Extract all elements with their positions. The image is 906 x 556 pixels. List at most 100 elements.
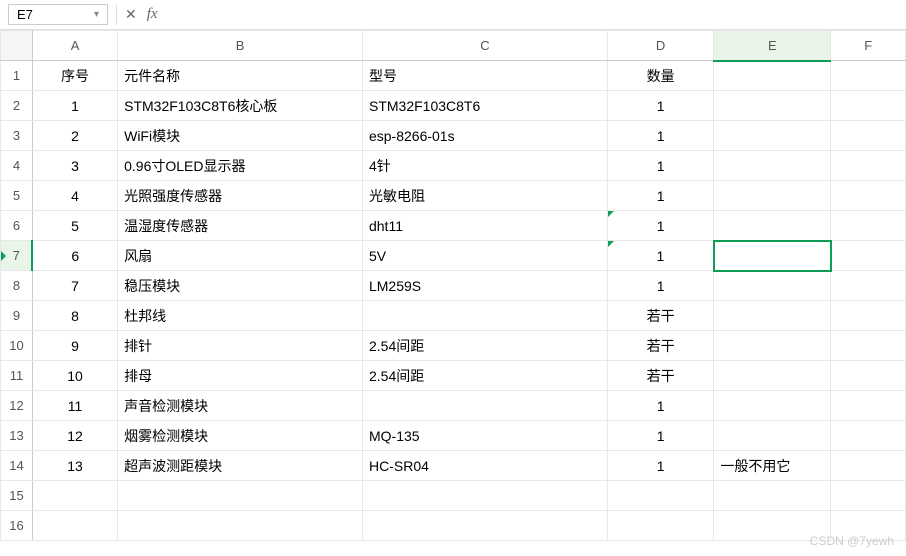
cell-A9[interactable]: 8 (32, 301, 117, 331)
cell-F14[interactable] (831, 451, 906, 481)
cell-B13[interactable]: 烟雾检测模块 (118, 421, 363, 451)
cell-B8[interactable]: 稳压模块 (118, 271, 363, 301)
cell-A12[interactable]: 11 (32, 391, 117, 421)
cell-E3[interactable] (714, 121, 831, 151)
cell-C3[interactable]: esp-8266-01s (362, 121, 607, 151)
row-header-6[interactable]: 6 (1, 211, 33, 241)
fx-icon[interactable]: fx (147, 6, 158, 23)
cell-A13[interactable]: 12 (32, 421, 117, 451)
row-header-2[interactable]: 2 (1, 91, 33, 121)
col-header-E[interactable]: E (714, 31, 831, 61)
cell-D11[interactable]: 若干 (607, 361, 713, 391)
cell-E10[interactable] (714, 331, 831, 361)
cell-A16[interactable] (32, 511, 117, 541)
cell-F11[interactable] (831, 361, 906, 391)
cell-E12[interactable] (714, 391, 831, 421)
cell-E5[interactable] (714, 181, 831, 211)
cell-F5[interactable] (831, 181, 906, 211)
cell-D5[interactable]: 1 (607, 181, 713, 211)
cell-D13[interactable]: 1 (607, 421, 713, 451)
row-header-3[interactable]: 3 (1, 121, 33, 151)
cell-E6[interactable] (714, 211, 831, 241)
cell-B9[interactable]: 杜邦线 (118, 301, 363, 331)
cell-A7[interactable]: 6 (32, 241, 117, 271)
cell-C7[interactable]: 5V (362, 241, 607, 271)
select-all-corner[interactable] (1, 31, 33, 61)
cell-C2[interactable]: STM32F103C8T6 (362, 91, 607, 121)
cell-B4[interactable]: 0.96寸OLED显示器 (118, 151, 363, 181)
cell-C5[interactable]: 光敏电阻 (362, 181, 607, 211)
cell-E4[interactable] (714, 151, 831, 181)
chevron-down-icon[interactable]: ▾ (94, 9, 99, 20)
cell-D6[interactable]: 1 (607, 211, 713, 241)
row-header-5[interactable]: 5 (1, 181, 33, 211)
cell-D3[interactable]: 1 (607, 121, 713, 151)
cell-C11[interactable]: 2.54间距 (362, 361, 607, 391)
cell-E8[interactable] (714, 271, 831, 301)
cell-F9[interactable] (831, 301, 906, 331)
cell-D10[interactable]: 若干 (607, 331, 713, 361)
row-header-9[interactable]: 9 (1, 301, 33, 331)
col-header-F[interactable]: F (831, 31, 906, 61)
cell-F3[interactable] (831, 121, 906, 151)
cell-A6[interactable]: 5 (32, 211, 117, 241)
cell-C13[interactable]: MQ-135 (362, 421, 607, 451)
cell-D8[interactable]: 1 (607, 271, 713, 301)
cell-F8[interactable] (831, 271, 906, 301)
cell-C12[interactable] (362, 391, 607, 421)
cell-E7[interactable] (714, 241, 831, 271)
cell-C9[interactable] (362, 301, 607, 331)
cell-A3[interactable]: 2 (32, 121, 117, 151)
col-header-B[interactable]: B (118, 31, 363, 61)
row-header-1[interactable]: 1 (1, 61, 33, 91)
cell-C10[interactable]: 2.54间距 (362, 331, 607, 361)
cell-B6[interactable]: 温湿度传感器 (118, 211, 363, 241)
cell-B15[interactable] (118, 481, 363, 511)
cell-B5[interactable]: 光照强度传感器 (118, 181, 363, 211)
row-header-10[interactable]: 10 (1, 331, 33, 361)
cell-E14[interactable]: 一般不用它 (714, 451, 831, 481)
cell-D16[interactable] (607, 511, 713, 541)
cell-B16[interactable] (118, 511, 363, 541)
cell-A1[interactable]: 序号 (32, 61, 117, 91)
cell-F2[interactable] (831, 91, 906, 121)
cell-E13[interactable] (714, 421, 831, 451)
name-box[interactable]: E7 ▾ (8, 4, 108, 25)
row-header-7[interactable]: 7 (1, 241, 33, 271)
cell-E11[interactable] (714, 361, 831, 391)
cell-B2[interactable]: STM32F103C8T6核心板 (118, 91, 363, 121)
cell-B7[interactable]: 风扇 (118, 241, 363, 271)
cell-D12[interactable]: 1 (607, 391, 713, 421)
cell-C15[interactable] (362, 481, 607, 511)
cell-C4[interactable]: 4针 (362, 151, 607, 181)
cell-A8[interactable]: 7 (32, 271, 117, 301)
cell-A10[interactable]: 9 (32, 331, 117, 361)
cell-A15[interactable] (32, 481, 117, 511)
cell-B1[interactable]: 元件名称 (118, 61, 363, 91)
cell-F13[interactable] (831, 421, 906, 451)
row-header-15[interactable]: 15 (1, 481, 33, 511)
cell-B11[interactable]: 排母 (118, 361, 363, 391)
cell-F15[interactable] (831, 481, 906, 511)
cell-E9[interactable] (714, 301, 831, 331)
cell-E15[interactable] (714, 481, 831, 511)
cell-F6[interactable] (831, 211, 906, 241)
col-header-C[interactable]: C (362, 31, 607, 61)
cell-B14[interactable]: 超声波测距模块 (118, 451, 363, 481)
col-header-D[interactable]: D (607, 31, 713, 61)
cell-F4[interactable] (831, 151, 906, 181)
row-header-12[interactable]: 12 (1, 391, 33, 421)
cell-D7[interactable]: 1 (607, 241, 713, 271)
cell-A2[interactable]: 1 (32, 91, 117, 121)
cell-E1[interactable] (714, 61, 831, 91)
cell-F12[interactable] (831, 391, 906, 421)
cell-D9[interactable]: 若干 (607, 301, 713, 331)
row-header-11[interactable]: 11 (1, 361, 33, 391)
row-header-8[interactable]: 8 (1, 271, 33, 301)
cell-A4[interactable]: 3 (32, 151, 117, 181)
cell-F10[interactable] (831, 331, 906, 361)
cell-C1[interactable]: 型号 (362, 61, 607, 91)
cell-C16[interactable] (362, 511, 607, 541)
col-header-A[interactable]: A (32, 31, 117, 61)
cell-C14[interactable]: HC-SR04 (362, 451, 607, 481)
